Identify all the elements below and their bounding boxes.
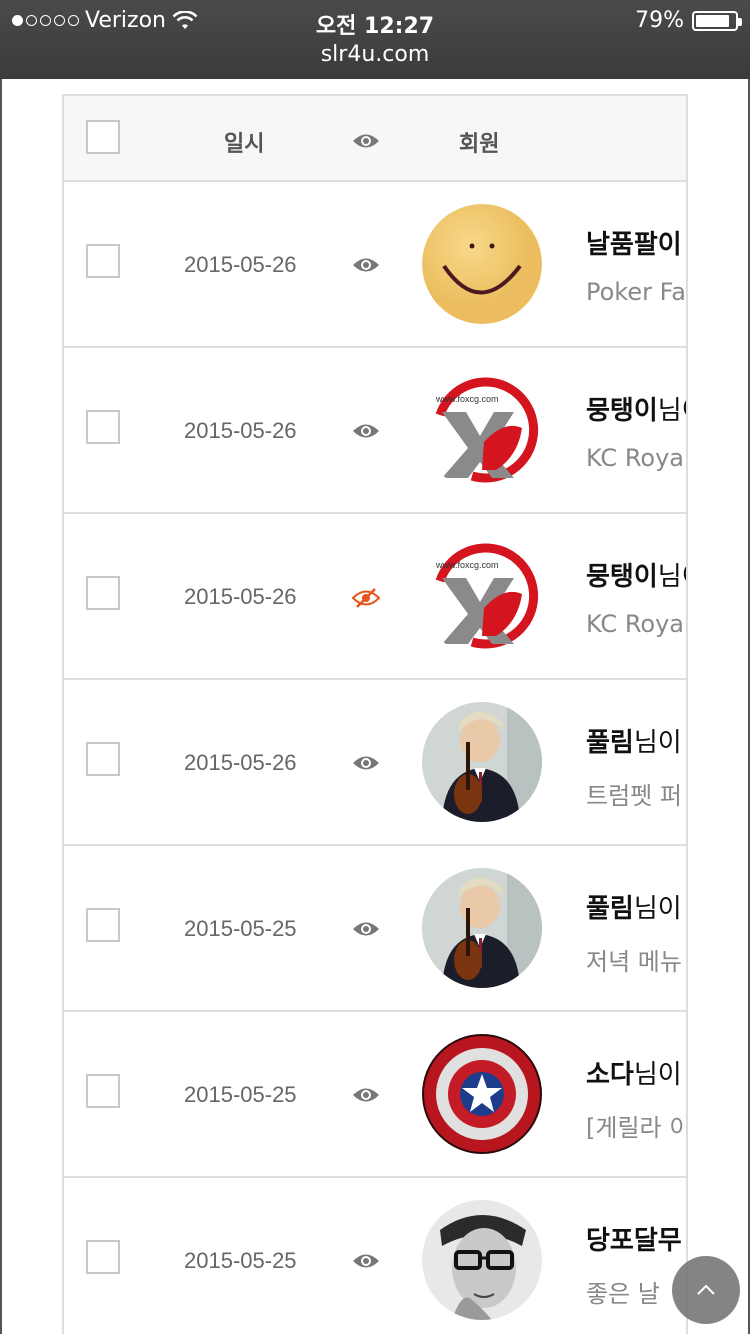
table-header: 일시 회원: [64, 96, 686, 182]
row-subtitle: 트럼펫 퍼: [586, 782, 682, 810]
avatar[interactable]: [422, 702, 542, 822]
row-checkbox[interactable]: [86, 742, 120, 776]
chevron-up-icon: [697, 1284, 715, 1295]
row-title[interactable]: 날품팔이: [586, 224, 682, 261]
row-title[interactable]: 풀림님이: [586, 722, 682, 759]
row-subtitle: [게릴라 이: [586, 1114, 688, 1142]
eye-hidden-icon[interactable]: [351, 588, 381, 612]
table-row[interactable]: 2015-05-26 www.foxcg.com 뭉탱이님이 KC Roya: [64, 348, 686, 514]
row-subtitle: KC Roya: [586, 610, 685, 638]
member-name: 풀림: [586, 728, 634, 758]
member-name: 소다: [586, 1060, 634, 1090]
table-row[interactable]: 2015-05-25 소다님이 [게릴라 이: [64, 1012, 686, 1178]
header-date: 일시: [224, 132, 265, 157]
eye-icon[interactable]: [352, 1086, 380, 1108]
row-date: 2015-05-26: [184, 418, 297, 443]
row-subtitle: 저녁 메뉴: [586, 948, 682, 976]
member-name: 뭉탱이: [586, 396, 658, 426]
table-row[interactable]: 2015-05-26 풀림님이트럼펫 퍼: [64, 680, 686, 846]
row-checkbox[interactable]: [86, 1240, 120, 1274]
page-frame: 일시 회원 2015-05-26 날품팔이 Poker Fa 2015-05-26 ww…: [0, 79, 750, 1334]
member-name: 풀림: [586, 894, 634, 924]
table-row[interactable]: 2015-05-25 풀림님이저녁 메뉴: [64, 846, 686, 1012]
row-subtitle: KC Roya: [586, 444, 685, 472]
foxcg-logo-text: www.foxcg.com: [435, 560, 499, 570]
eye-icon[interactable]: [352, 422, 380, 444]
table-row[interactable]: 2015-05-26 www.foxcg.com 뭉탱이님이 KC Roya: [64, 514, 686, 680]
name-suffix: 님이: [657, 396, 686, 426]
foxcg-logo-text: www.foxcg.com: [435, 394, 499, 404]
battery-icon: [692, 10, 742, 31]
row-title[interactable]: 뭉탱이님이: [586, 556, 686, 593]
avatar[interactable]: [422, 1034, 542, 1154]
row-date: 2015-05-26: [184, 584, 297, 609]
row-checkbox[interactable]: [86, 908, 120, 942]
row-title[interactable]: 뭉탱이님이: [586, 390, 686, 427]
eye-icon: [352, 132, 380, 154]
row-date: 2015-05-26: [184, 750, 297, 775]
avatar[interactable]: www.foxcg.com: [422, 370, 542, 490]
row-title[interactable]: 당포달무: [586, 1220, 682, 1257]
status-bar: Verizon 오전 12:27 79% slr4u.com: [0, 0, 750, 79]
eye-icon[interactable]: [352, 920, 380, 942]
avatar[interactable]: [422, 204, 542, 324]
table-row[interactable]: 2015-05-25 당포달무좋은 날: [64, 1178, 686, 1334]
member-name: 뭉탱이: [586, 562, 658, 592]
row-date: 2015-05-26: [184, 252, 297, 277]
row-subtitle: 좋은 날: [586, 1280, 660, 1308]
name-suffix: 님이: [657, 562, 686, 592]
row-checkbox[interactable]: [86, 576, 120, 610]
row-title[interactable]: 풀림님이: [586, 888, 682, 925]
member-name: 날품팔이: [586, 230, 682, 260]
row-date: 2015-05-25: [184, 1082, 297, 1107]
row-title[interactable]: 소다님이: [586, 1054, 682, 1091]
avatar[interactable]: [422, 1200, 542, 1320]
row-subtitle: Poker Fa: [586, 278, 686, 306]
member-name: 당포달무: [586, 1226, 682, 1256]
select-all-checkbox[interactable]: [86, 120, 120, 154]
row-checkbox[interactable]: [86, 1074, 120, 1108]
scroll-to-top-button[interactable]: [672, 1256, 740, 1324]
header-member: 회원: [459, 132, 500, 157]
name-suffix: 님이: [633, 894, 682, 924]
url-label[interactable]: slr4u.com: [0, 42, 750, 67]
avatar[interactable]: [422, 868, 542, 988]
row-checkbox[interactable]: [86, 410, 120, 444]
name-suffix: 님이: [633, 728, 682, 758]
eye-icon[interactable]: [352, 1252, 380, 1274]
eye-icon[interactable]: [352, 754, 380, 776]
row-checkbox[interactable]: [86, 244, 120, 278]
eye-icon[interactable]: [352, 256, 380, 278]
battery-percent: 79%: [635, 8, 684, 33]
avatar[interactable]: www.foxcg.com: [422, 536, 542, 656]
name-suffix: 님이: [633, 1060, 682, 1090]
table-row[interactable]: 2015-05-26 날품팔이 Poker Fa: [64, 182, 686, 348]
notification-table: 일시 회원 2015-05-26 날품팔이 Poker Fa 2015-05-26 ww…: [62, 94, 688, 1334]
row-date: 2015-05-25: [184, 916, 297, 941]
row-date: 2015-05-25: [184, 1248, 297, 1273]
